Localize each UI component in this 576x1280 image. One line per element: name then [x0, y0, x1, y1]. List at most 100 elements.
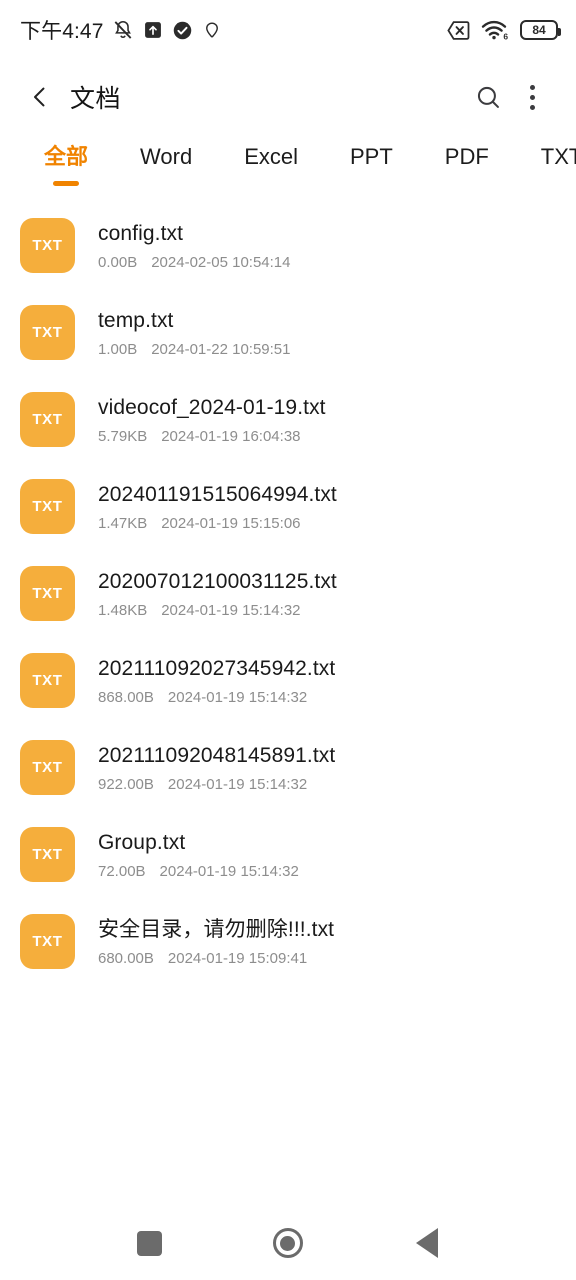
tab-word-label: Word — [140, 144, 193, 169]
file-type-badge: TXT — [32, 759, 63, 776]
file-size: 5.79KB — [98, 427, 148, 445]
tab-txt[interactable]: TXT — [541, 142, 576, 184]
txt-file-icon: TXT — [20, 827, 75, 882]
file-date: 2024-01-19 15:14:32 — [161, 601, 301, 619]
wifi-6-icon: 6 — [481, 20, 508, 41]
file-details: videocof_2024-01-19.txt 5.79KB 2024-01-1… — [98, 394, 326, 446]
file-size: 1.48KB — [98, 601, 148, 619]
file-details: Group.txt 72.00B 2024-01-19 15:14:32 — [98, 829, 299, 881]
file-size: 72.00B — [98, 862, 146, 880]
file-type-badge: TXT — [32, 672, 63, 689]
file-name: videocof_2024-01-19.txt — [98, 395, 326, 419]
tab-txt-label: TXT — [540, 144, 576, 169]
file-type-badge: TXT — [32, 498, 63, 515]
file-subtitle: 0.00B 2024-02-05 10:54:14 — [98, 253, 291, 272]
file-size: 1.47KB — [98, 514, 148, 532]
file-name: 202111092027345942.txt — [98, 656, 336, 680]
no-sim-icon — [447, 20, 470, 40]
file-size: 0.00B — [98, 253, 138, 271]
file-subtitle: 72.00B 2024-01-19 15:14:32 — [98, 862, 299, 881]
tab-excel[interactable]: Excel — [244, 142, 298, 184]
file-name: 202007012100031125.txt — [98, 569, 337, 593]
file-subtitle: 1.48KB 2024-01-19 15:14:32 — [98, 601, 337, 620]
back-nav-button[interactable] — [399, 1215, 455, 1271]
file-details: config.txt 0.00B 2024-02-05 10:54:14 — [98, 220, 291, 272]
file-list-item[interactable]: TXT temp.txt 1.00B 2024-01-22 10:59:51 — [0, 289, 576, 376]
file-subtitle: 1.00B 2024-01-22 10:59:51 — [98, 340, 291, 359]
battery-indicator: 84 — [520, 20, 561, 40]
tab-active-underline — [53, 181, 79, 186]
file-name: 202111092048145891.txt — [98, 743, 336, 767]
file-size: 868.00B — [98, 688, 154, 706]
file-type-badge: TXT — [32, 411, 63, 428]
file-list-item[interactable]: TXT videocof_2024-01-19.txt 5.79KB 2024-… — [0, 376, 576, 463]
txt-file-icon: TXT — [20, 479, 75, 534]
file-list: TXT config.txt 0.00B 2024-02-05 10:54:14… — [0, 196, 576, 985]
file-list-item[interactable]: TXT 202007012100031125.txt 1.48KB 2024-0… — [0, 550, 576, 637]
file-date: 2024-01-19 15:09:41 — [167, 949, 308, 967]
file-type-badge: TXT — [32, 324, 63, 341]
tab-all[interactable]: 全部 — [44, 142, 89, 186]
status-bar-right: 6 84 — [447, 19, 561, 41]
back-button[interactable] — [20, 77, 60, 117]
file-subtitle: 1.47KB 2024-01-19 15:15:06 — [98, 514, 337, 533]
overflow-menu-button[interactable] — [510, 75, 554, 119]
file-type-badge: TXT — [32, 237, 63, 254]
file-date: 2024-01-22 10:59:51 — [151, 340, 291, 358]
file-details: 202401191515064994.txt 1.47KB 2024-01-19… — [98, 481, 337, 533]
location-pin-icon — [206, 21, 219, 38]
txt-file-icon: TXT — [20, 392, 75, 447]
file-list-item[interactable]: TXT 202111092048145891.txt 922.00B 2024-… — [0, 724, 576, 811]
file-list-item[interactable]: TXT 安全目录，请勿删除!!!.txt 680.00B 2024-01-19 … — [0, 898, 576, 985]
file-list-item[interactable]: TXT 202401191515064994.txt 1.47KB 2024-0… — [0, 463, 576, 550]
search-button[interactable] — [466, 75, 510, 119]
tab-ppt[interactable]: PPT — [350, 142, 393, 184]
txt-file-icon: TXT — [20, 653, 75, 708]
file-subtitle: 5.79KB 2024-01-19 16:04:38 — [98, 427, 326, 446]
wifi-standard-label: 6 — [503, 31, 508, 41]
file-list-item[interactable]: TXT config.txt 0.00B 2024-02-05 10:54:14 — [0, 202, 576, 289]
file-list-item[interactable]: TXT 202111092027345942.txt 868.00B 2024-… — [0, 637, 576, 724]
file-subtitle: 868.00B 2024-01-19 15:14:32 — [98, 688, 335, 707]
txt-file-icon: TXT — [20, 566, 75, 621]
file-date: 2024-01-19 15:15:06 — [161, 514, 301, 532]
file-type-badge: TXT — [32, 585, 63, 602]
txt-file-icon: TXT — [20, 305, 75, 360]
file-name: temp.txt — [98, 308, 174, 332]
file-details: 202007012100031125.txt 1.48KB 2024-01-19… — [98, 568, 337, 620]
txt-file-icon: TXT — [20, 914, 75, 969]
file-size: 1.00B — [98, 340, 138, 358]
status-bar: 下午4:47 6 84 — [0, 0, 576, 60]
tab-pdf[interactable]: PDF — [445, 142, 489, 184]
file-details: 安全目录，请勿删除!!!.txt 680.00B 2024-01-19 15:0… — [98, 916, 334, 968]
file-details: 202111092048145891.txt 922.00B 2024-01-1… — [98, 742, 335, 794]
recents-button[interactable] — [121, 1215, 177, 1271]
circle-home-icon — [272, 1228, 303, 1258]
triangle-back-icon — [415, 1228, 438, 1258]
tab-pdf-label: PDF — [444, 144, 489, 169]
more-vertical-icon — [529, 84, 535, 110]
home-button[interactable] — [260, 1215, 316, 1271]
file-date: 2024-01-19 15:14:32 — [167, 688, 308, 706]
page-title: 文档 — [70, 85, 122, 113]
file-name: Group.txt — [98, 830, 186, 854]
system-navigation-bar — [0, 1206, 576, 1280]
file-size: 922.00B — [98, 775, 154, 793]
tab-excel-label: Excel — [244, 144, 298, 169]
file-list-item[interactable]: TXT Group.txt 72.00B 2024-01-19 15:14:32 — [0, 811, 576, 898]
file-size: 680.00B — [98, 949, 154, 967]
file-details: 202111092027345942.txt 868.00B 2024-01-1… — [98, 655, 335, 707]
file-name: 安全目录，请勿删除!!!.txt — [98, 917, 335, 941]
file-type-badge: TXT — [32, 933, 63, 950]
phone-screen: 下午4:47 6 84 文档 全部 Word Excel PPT PDF TXT… — [0, 0, 576, 1280]
tab-word[interactable]: Word — [140, 142, 192, 184]
file-type-badge: TXT — [32, 846, 63, 863]
tab-all-label: 全部 — [44, 144, 89, 169]
txt-file-icon: TXT — [20, 740, 75, 795]
check-circle-icon — [174, 21, 192, 39]
app-header: 文档 — [0, 60, 576, 134]
silent-bell-icon — [115, 20, 132, 39]
file-subtitle: 680.00B 2024-01-19 15:09:41 — [98, 949, 334, 968]
status-bar-left: 下午4:47 — [20, 15, 222, 45]
file-date: 2024-01-19 15:14:32 — [159, 862, 299, 880]
